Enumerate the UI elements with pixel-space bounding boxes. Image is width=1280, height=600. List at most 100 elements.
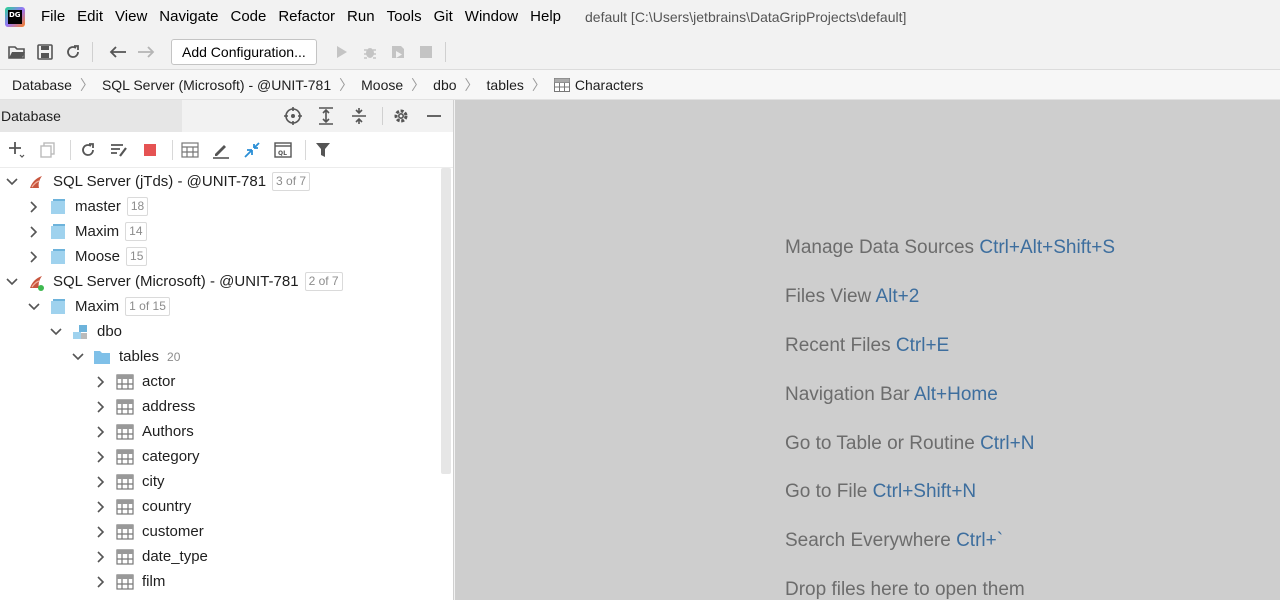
- shortcut-key: Ctrl+Alt+Shift+S: [979, 237, 1116, 258]
- breadcrumb-schema[interactable]: dbo: [433, 77, 456, 93]
- breadcrumb-separator-icon: 〉: [531, 76, 546, 93]
- chevron-down-icon[interactable]: [5, 275, 19, 289]
- breadcrumb-datasource[interactable]: SQL Server (Microsoft) - @UNIT-781: [102, 77, 331, 93]
- panel-toolbar: QL: [0, 132, 453, 168]
- hint-manage-data-sources: Manage Data Sources Ctrl+Alt+Shift+S: [785, 237, 1116, 258]
- forward-arrow-icon[interactable]: [135, 41, 157, 63]
- chevron-right-icon[interactable]: [27, 225, 41, 239]
- tree-node-table[interactable]: date_type: [94, 544, 453, 569]
- chevron-down-icon[interactable]: [27, 300, 41, 314]
- breadcrumb-database[interactable]: Database: [12, 77, 72, 93]
- menu-git[interactable]: Git: [428, 0, 459, 34]
- hint-go-to-table: Go to Table or Routine Ctrl+N: [785, 433, 1035, 454]
- tree-node-database[interactable]: master 18: [27, 194, 453, 219]
- tree-node-table[interactable]: actor: [94, 369, 453, 394]
- tree-node-table[interactable]: customer: [94, 519, 453, 544]
- table-icon: [116, 373, 134, 391]
- chevron-right-icon[interactable]: [27, 250, 41, 264]
- chevron-right-icon[interactable]: [94, 550, 108, 564]
- table-icon: [116, 573, 134, 591]
- breadcrumb-tables[interactable]: tables: [487, 77, 524, 93]
- add-icon[interactable]: [4, 137, 30, 163]
- minimize-icon[interactable]: [420, 102, 448, 130]
- chevron-down-icon[interactable]: [71, 350, 85, 364]
- tree-node-folder[interactable]: tables 20: [71, 344, 453, 369]
- menu-edit[interactable]: Edit: [71, 0, 109, 34]
- database-icon: [49, 223, 67, 241]
- breadcrumb-table[interactable]: Characters: [553, 77, 643, 93]
- tree-node-database[interactable]: Maxim 1 of 15: [27, 294, 453, 319]
- hint-navigation-bar: Navigation Bar Alt+Home: [785, 384, 998, 405]
- shortcut-key: Alt+2: [875, 286, 920, 307]
- table-icon: [116, 473, 134, 491]
- table-view-icon[interactable]: [177, 137, 203, 163]
- tree-node-table[interactable]: category: [94, 444, 453, 469]
- save-icon[interactable]: [34, 41, 56, 63]
- back-arrow-icon[interactable]: [107, 41, 129, 63]
- tree-node-table[interactable]: city: [94, 469, 453, 494]
- stop-icon[interactable]: [137, 137, 163, 163]
- tree-node-database[interactable]: Moose 15: [27, 244, 453, 269]
- table-icon: [116, 523, 134, 541]
- gear-icon[interactable]: [387, 102, 415, 130]
- tree-node-datasource[interactable]: SQL Server (jTds) - @UNIT-781 3 of 7: [5, 169, 445, 194]
- chevron-right-icon[interactable]: [94, 525, 108, 539]
- run-icon[interactable]: [331, 41, 353, 63]
- folder-icon: [93, 348, 111, 366]
- tree-node-label: country: [142, 498, 192, 515]
- hint-recent-files: Recent Files Ctrl+E: [785, 335, 950, 356]
- tree-node-datasource[interactable]: SQL Server (Microsoft) - @UNIT-781 2 of …: [5, 269, 445, 294]
- query-console-icon[interactable]: QL: [270, 137, 296, 163]
- toolbar-separator: [92, 41, 93, 62]
- table-icon: [116, 548, 134, 566]
- menu-navigate[interactable]: Navigate: [153, 0, 224, 34]
- tree-node-table[interactable]: country: [94, 494, 453, 519]
- chevron-right-icon[interactable]: [94, 500, 108, 514]
- menu-run[interactable]: Run: [341, 0, 381, 34]
- expand-all-icon[interactable]: [312, 102, 340, 130]
- tree-scrollbar[interactable]: [441, 168, 451, 474]
- chevron-right-icon[interactable]: [94, 425, 108, 439]
- jump-to-source-icon[interactable]: [239, 137, 265, 163]
- menu-tools[interactable]: Tools: [381, 0, 428, 34]
- tree-node-database[interactable]: Maxim 14: [27, 219, 453, 244]
- refresh-icon[interactable]: [75, 137, 101, 163]
- chevron-down-icon[interactable]: [49, 325, 63, 339]
- add-configuration-button[interactable]: Add Configuration...: [171, 38, 317, 65]
- tree-node-count: 18: [126, 197, 149, 216]
- menu-window[interactable]: Window: [459, 0, 524, 34]
- tree-node-label: Maxim: [75, 223, 120, 240]
- breadcrumb-database-moose[interactable]: Moose: [361, 77, 403, 93]
- coverage-icon[interactable]: [387, 41, 409, 63]
- menu-file[interactable]: File: [35, 0, 71, 34]
- tree-node-table[interactable]: address: [94, 394, 453, 419]
- filter-icon[interactable]: [310, 137, 336, 163]
- chevron-right-icon[interactable]: [94, 575, 108, 589]
- tree-node-table[interactable]: Authors: [94, 419, 453, 444]
- stop-icon[interactable]: [415, 41, 437, 63]
- editor-empty-area: Manage Data Sources Ctrl+Alt+Shift+S Fil…: [455, 100, 1280, 600]
- toolbar-separator: [444, 41, 446, 62]
- open-folder-icon[interactable]: [6, 41, 28, 63]
- tree-node-schema[interactable]: dbo: [49, 319, 453, 344]
- tree-node-count: 15: [126, 247, 148, 266]
- menu-code[interactable]: Code: [224, 0, 272, 34]
- duplicate-icon[interactable]: [35, 137, 61, 163]
- tree-node-table[interactable]: film: [94, 569, 453, 594]
- chevron-right-icon[interactable]: [27, 200, 41, 214]
- chevron-right-icon[interactable]: [94, 400, 108, 414]
- chevron-down-icon[interactable]: [5, 175, 19, 189]
- schema-filter-icon[interactable]: [106, 137, 132, 163]
- debug-icon[interactable]: [359, 41, 381, 63]
- chevron-right-icon[interactable]: [94, 475, 108, 489]
- table-icon: [116, 423, 134, 441]
- collapse-all-icon[interactable]: [345, 102, 373, 130]
- synchronize-icon[interactable]: [62, 41, 84, 63]
- crosshair-icon[interactable]: [279, 102, 307, 130]
- menu-view[interactable]: View: [109, 0, 153, 34]
- menu-refactor[interactable]: Refactor: [272, 0, 341, 34]
- chevron-right-icon[interactable]: [94, 375, 108, 389]
- edit-icon[interactable]: [208, 137, 234, 163]
- menu-help[interactable]: Help: [524, 0, 567, 34]
- chevron-right-icon[interactable]: [94, 450, 108, 464]
